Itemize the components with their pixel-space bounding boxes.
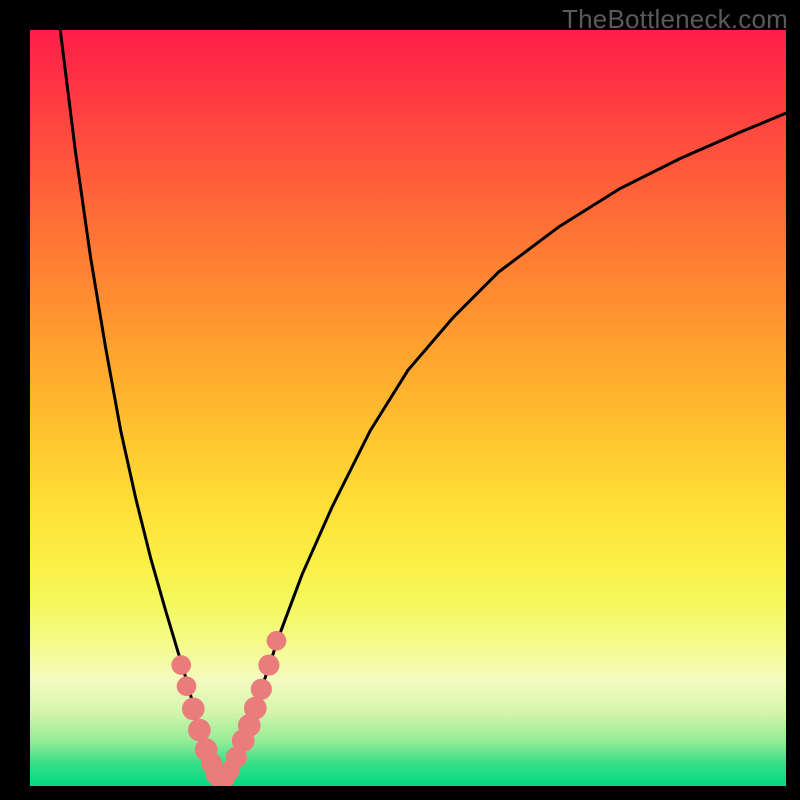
marker-dot <box>244 697 267 720</box>
marker-group <box>171 631 286 786</box>
marker-dot <box>258 654 279 675</box>
marker-dot <box>267 631 287 651</box>
marker-dot <box>188 719 211 742</box>
curve-left <box>60 30 221 782</box>
marker-dot <box>177 676 197 696</box>
marker-dot <box>251 679 272 700</box>
curves-svg <box>30 30 786 786</box>
marker-dot <box>182 698 205 721</box>
plot-area <box>30 30 786 786</box>
marker-dot <box>171 655 191 675</box>
chart-stage: TheBottleneck.com <box>0 0 800 800</box>
curve-right <box>221 113 786 782</box>
